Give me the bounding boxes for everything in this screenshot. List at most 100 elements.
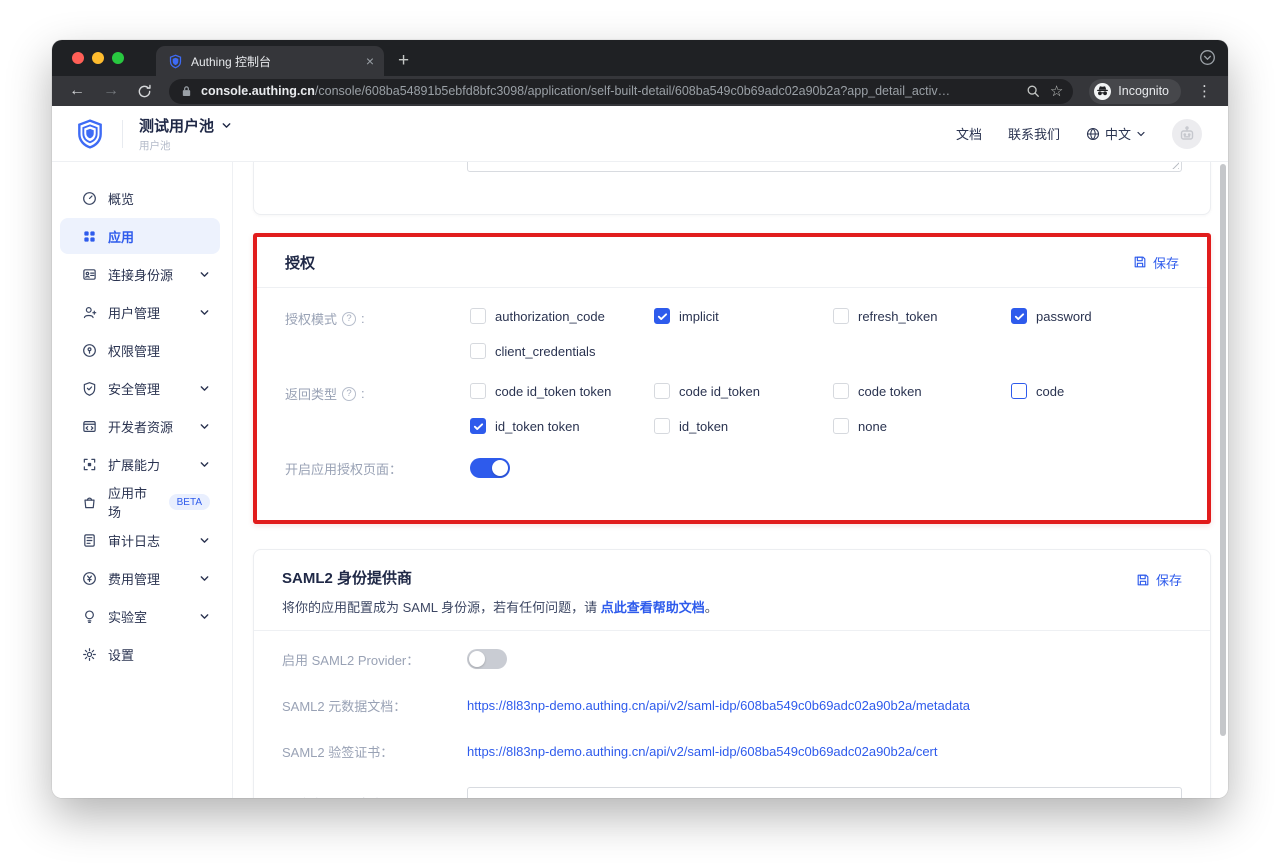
close-tab-icon[interactable]: × bbox=[366, 54, 374, 68]
checkbox[interactable] bbox=[1011, 308, 1027, 324]
sidebar-item-extension[interactable]: 扩展能力 bbox=[60, 446, 220, 482]
sidebar-item-label: 权限管理 bbox=[108, 341, 160, 360]
sidebar-item-label: 开发者资源 bbox=[108, 417, 173, 436]
bookmark-star-icon[interactable]: ☆ bbox=[1050, 82, 1063, 100]
globe-icon bbox=[1086, 127, 1100, 141]
checkbox-label: none bbox=[858, 419, 887, 434]
robot-avatar-icon bbox=[1178, 125, 1196, 143]
chevron-down-icon bbox=[199, 383, 210, 394]
sidebar-item-label: 费用管理 bbox=[108, 569, 160, 588]
chevron-down-icon bbox=[1136, 129, 1146, 139]
security-icon bbox=[82, 381, 97, 396]
saml2-cert-link[interactable]: https://8l83np-demo.authing.cn/api/v2/sa… bbox=[467, 744, 938, 759]
chevron-down-icon bbox=[199, 307, 210, 318]
header-divider bbox=[122, 120, 123, 148]
resize-handle[interactable] bbox=[1170, 162, 1179, 169]
docs-link[interactable]: 文档 bbox=[956, 124, 982, 143]
chevron-down-icon bbox=[199, 459, 210, 470]
consent-page-toggle[interactable] bbox=[470, 458, 510, 478]
sidebar-item-apps[interactable]: 应用 bbox=[60, 218, 220, 254]
checkbox[interactable] bbox=[654, 418, 670, 434]
extension-icon bbox=[82, 457, 97, 472]
back-icon[interactable]: ← bbox=[62, 83, 92, 99]
checkbox[interactable] bbox=[470, 308, 486, 324]
checkbox-option-refresh_token[interactable]: refresh_token bbox=[833, 308, 1011, 324]
authorization-section: 授权 保存 授权模式 ? : aut bbox=[253, 233, 1211, 524]
checkbox-option-id_token[interactable]: id_token bbox=[654, 418, 833, 434]
saml2-acs-input[interactable] bbox=[467, 787, 1182, 798]
saml2-help-link[interactable]: 点此查看帮助文档 bbox=[601, 600, 705, 615]
saml2-section: SAML2 身份提供商 将你的应用配置成为 SAML 身份源，若有任何问题，请 … bbox=[253, 549, 1211, 798]
app-header: 测试用户池 用户池 文档 联系我们 中文 bbox=[52, 106, 1228, 162]
checkbox[interactable] bbox=[833, 308, 849, 324]
scrollbar-thumb[interactable] bbox=[1220, 164, 1226, 736]
checkbox-label: code id_token token bbox=[495, 384, 611, 399]
checkbox-label: authorization_code bbox=[495, 309, 605, 324]
tab-search-icon[interactable] bbox=[1199, 49, 1216, 71]
checkbox-option-password[interactable]: password bbox=[1011, 308, 1092, 324]
minimize-window-button[interactable] bbox=[92, 52, 104, 64]
checkbox-option-none[interactable]: none bbox=[833, 418, 1011, 434]
main-content: 授权 保存 授权模式 ? : aut bbox=[233, 162, 1228, 798]
url-text: console.authing.cn/console/608ba54891b5e… bbox=[201, 84, 1016, 98]
checkbox-option-code_token[interactable]: code token bbox=[833, 383, 1011, 399]
description-textarea[interactable] bbox=[467, 162, 1182, 172]
help-icon[interactable]: ? bbox=[342, 312, 356, 326]
language-switcher[interactable]: 中文 bbox=[1086, 124, 1146, 143]
sidebar-item-audit-log[interactable]: 审计日志 bbox=[60, 522, 220, 558]
checkbox[interactable] bbox=[833, 418, 849, 434]
sidebar-item-lab[interactable]: 实验室 bbox=[60, 598, 220, 634]
checkbox-option-code_id_token_token[interactable]: code id_token token bbox=[470, 383, 654, 399]
help-icon[interactable]: ? bbox=[342, 387, 356, 401]
checkbox[interactable] bbox=[833, 383, 849, 399]
checkbox[interactable] bbox=[1011, 383, 1027, 399]
browser-menu-icon[interactable]: ⋮ bbox=[1191, 82, 1218, 100]
checkbox-option-id_token_token[interactable]: id_token token bbox=[470, 418, 654, 434]
developer-icon bbox=[82, 419, 97, 434]
checkbox[interactable] bbox=[470, 418, 486, 434]
saml2-save-button[interactable]: 保存 bbox=[1136, 567, 1182, 589]
sidebar-item-user-management[interactable]: 用户管理 bbox=[60, 294, 220, 330]
checkbox[interactable] bbox=[470, 383, 486, 399]
checkbox-option-code_id_token[interactable]: code id_token bbox=[654, 383, 833, 399]
sidebar-item-permission[interactable]: 权限管理 bbox=[60, 332, 220, 368]
marketplace-icon bbox=[82, 495, 97, 510]
incognito-spy-icon bbox=[1094, 83, 1111, 100]
sidebar-item-marketplace[interactable]: 应用市场BETA bbox=[60, 484, 220, 520]
forward-icon[interactable]: → bbox=[96, 83, 126, 99]
authing-logo[interactable] bbox=[74, 118, 106, 150]
saml2-metadata-link[interactable]: https://8l83np-demo.authing.cn/api/v2/sa… bbox=[467, 698, 970, 713]
checkbox-option-client_credentials[interactable]: client_credentials bbox=[470, 343, 654, 359]
checkbox[interactable] bbox=[654, 308, 670, 324]
authing-favicon-icon bbox=[168, 54, 183, 69]
checkbox-option-code[interactable]: code bbox=[1011, 383, 1064, 399]
sidebar-item-billing[interactable]: 费用管理 bbox=[60, 560, 220, 596]
authorization-save-button[interactable]: 保存 bbox=[1133, 253, 1179, 272]
url-bar[interactable]: console.authing.cn/console/608ba54891b5e… bbox=[169, 79, 1073, 104]
checkbox-option-implicit[interactable]: implicit bbox=[654, 308, 833, 324]
saml2-enable-toggle[interactable] bbox=[467, 649, 507, 669]
user-avatar[interactable] bbox=[1172, 119, 1202, 149]
checkbox[interactable] bbox=[654, 383, 670, 399]
contact-link[interactable]: 联系我们 bbox=[1008, 124, 1060, 143]
fullscreen-window-button[interactable] bbox=[112, 52, 124, 64]
language-label: 中文 bbox=[1105, 124, 1131, 143]
sidebar-item-security[interactable]: 安全管理 bbox=[60, 370, 220, 406]
new-tab-button[interactable]: + bbox=[384, 46, 423, 76]
browser-tab-authing[interactable]: Authing 控制台 × bbox=[156, 46, 384, 76]
checkbox-option-authorization_code[interactable]: authorization_code bbox=[470, 308, 654, 324]
close-window-button[interactable] bbox=[72, 52, 84, 64]
sidebar-item-overview[interactable]: 概览 bbox=[60, 180, 220, 216]
permission-icon bbox=[82, 343, 97, 358]
previous-section-card bbox=[253, 162, 1211, 215]
userpool-type-label: 用户池 bbox=[139, 138, 232, 153]
authorization-title: 授权 bbox=[285, 252, 315, 273]
zoom-icon[interactable] bbox=[1026, 84, 1040, 98]
sidebar-item-settings[interactable]: 设置 bbox=[60, 636, 220, 672]
checkbox[interactable] bbox=[470, 343, 486, 359]
saml2-title: SAML2 身份提供商 bbox=[282, 567, 718, 588]
userpool-switcher[interactable]: 测试用户池 用户池 bbox=[139, 115, 232, 153]
sidebar-item-identity-source[interactable]: 连接身份源 bbox=[60, 256, 220, 292]
sidebar-item-developer[interactable]: 开发者资源 bbox=[60, 408, 220, 444]
reload-icon[interactable] bbox=[130, 84, 159, 99]
